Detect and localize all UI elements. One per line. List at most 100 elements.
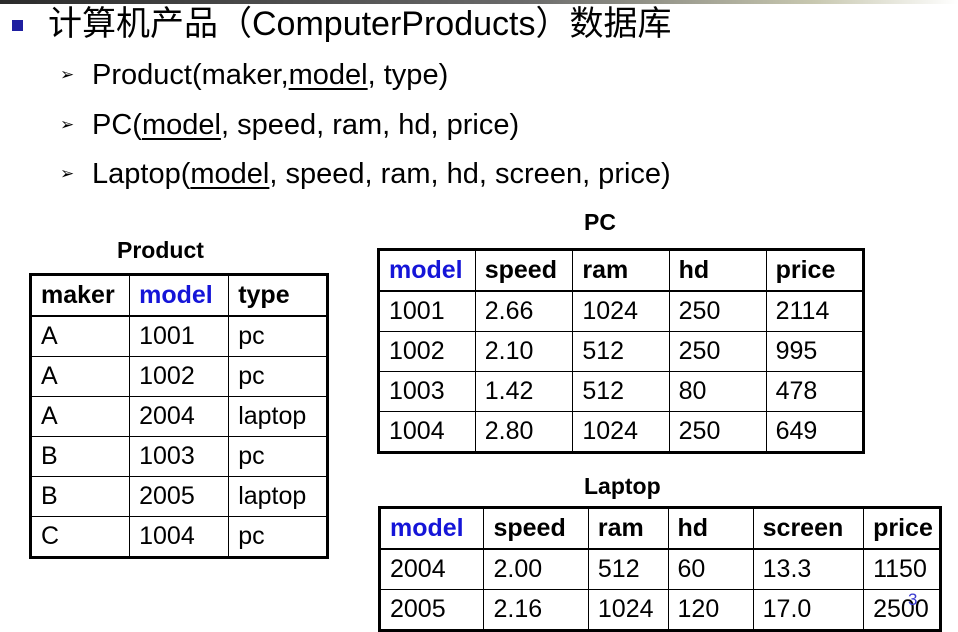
table-row: 1001 2.66 1024 250 2114 [378,290,865,332]
schema-key: model [190,158,270,190]
table-cell: 60 [667,548,754,590]
table-cell: A [29,396,131,437]
column-header: type [228,274,328,317]
table-cell: C [29,516,131,558]
table-cell: 1001 [129,315,230,357]
schema-name: PC( [92,109,142,141]
table-header-row: model speed ram hd screen price [378,507,941,550]
slide-title: 计算机产品（ComputerProducts）数据库 [48,5,672,43]
table-cell: 649 [765,411,865,453]
table-cell: 13.3 [752,548,865,590]
table-cell: pc [228,516,328,558]
table-cell: 2500 [863,589,941,631]
table-cell: 2.16 [483,589,589,631]
table-cell: 2114 [765,290,865,332]
column-header: model [378,507,485,550]
table-cell: 1003 [129,436,230,477]
column-header: speed [474,249,574,292]
table-cell: 512 [587,548,669,590]
table-cell: 2005 [129,476,230,517]
table-cell: 478 [765,371,865,412]
column-header: ram [587,507,669,550]
pc-table: model speed ram hd price 1001 2.66 1024 250… [377,248,865,454]
table-cell: 17.0 [752,589,865,631]
table-cell: 120 [667,589,754,631]
table-header-row: model speed ram hd price [378,249,865,292]
table-cell: 2.10 [474,331,574,372]
column-header: model [378,249,476,292]
column-header: price [863,507,941,550]
table-cell: 1002 [378,331,476,372]
schema-rest: , speed, ram, hd, price) [220,109,520,141]
product-table: maker model type A 1001 pc A 1002 pc A 2004 la… [29,273,329,559]
column-header: model [129,274,230,317]
table-cell: B [29,436,131,477]
table-cell: 250 [668,331,767,372]
table-cell: 995 [765,331,865,372]
table-row: B 1003 pc [29,436,328,477]
table-cell: B [29,476,131,517]
arrow-bullet-icon: ➢ [60,65,75,84]
table-cell: 2004 [129,396,230,437]
schema-product: ➢ Product(maker,model, type) [60,58,448,92]
table-row: C 1004 pc [29,516,328,558]
table-cell: 2005 [378,589,485,631]
column-header: speed [483,507,589,550]
schema-rest: , type) [367,59,449,91]
column-header: hd [667,507,754,550]
table-cell: 1001 [378,290,476,332]
table-cell: 1004 [378,411,476,453]
table-cell: 1024 [587,589,669,631]
schema-key: model [141,109,221,141]
table-cell: A [29,315,131,357]
table-cell: 2.80 [474,411,574,453]
column-header: screen [752,507,865,550]
table-cell: 512 [572,331,670,372]
laptop-table: model speed ram hd screen price 2004 2.00… [378,506,942,632]
table-cell: pc [228,436,328,477]
table-row: 2005 2.16 1024 120 17.0 2500 [378,589,941,631]
schema-name: Laptop( [92,158,191,190]
table-row: A 1001 pc [29,315,328,357]
table-cell: 1150 [863,548,941,590]
table-cell: 250 [668,290,767,332]
table-row: A 1002 pc [29,356,328,397]
table-cell: 2004 [378,548,485,590]
table-cell: 1024 [572,411,670,453]
schema-pc: ➢ PC(model, speed, ram, hd, price) [60,108,519,142]
table-row: 2004 2.00 512 60 13.3 1150 [378,548,941,590]
table-cell: pc [228,356,328,397]
column-header: hd [668,249,767,292]
column-header: ram [572,249,670,292]
table-row: 1003 1.42 512 80 478 [378,371,865,412]
table-cell: 80 [668,371,767,412]
table-cell: laptop [228,396,328,437]
table-row: 1002 2.10 512 250 995 [378,331,865,372]
table-row: A 2004 laptop [29,396,328,437]
table-row: B 2005 laptop [29,476,328,517]
table-cell: 250 [668,411,767,453]
table-header-row: maker model type [29,274,328,317]
table-cell: 1004 [129,516,230,558]
table-cell: 1.42 [474,371,574,412]
table-cell: 1003 [378,371,476,412]
arrow-bullet-icon: ➢ [60,164,75,183]
table-row: 1004 2.80 1024 250 649 [378,411,865,453]
table-cell: laptop [228,476,328,517]
table-cell: A [29,356,131,397]
schema-key: model [288,59,368,91]
table-cell: 2.66 [474,290,574,332]
table-cell: 1024 [572,290,670,332]
laptop-table-caption: Laptop [584,473,661,499]
schema-rest: , speed, ram, hd, screen, price) [269,158,671,190]
arrow-bullet-icon: ➢ [60,115,75,134]
table-cell: 512 [572,371,670,412]
schema-name: Product( [92,59,202,91]
page-number: 3 [908,590,918,609]
schema-laptop: ➢ Laptop(model, speed, ram, hd, screen, p… [60,157,671,191]
product-table-caption: Product [117,237,204,263]
column-header: maker [29,274,131,317]
table-cell: 1002 [129,356,230,397]
column-header: price [765,249,865,292]
square-bullet-icon [12,20,23,31]
